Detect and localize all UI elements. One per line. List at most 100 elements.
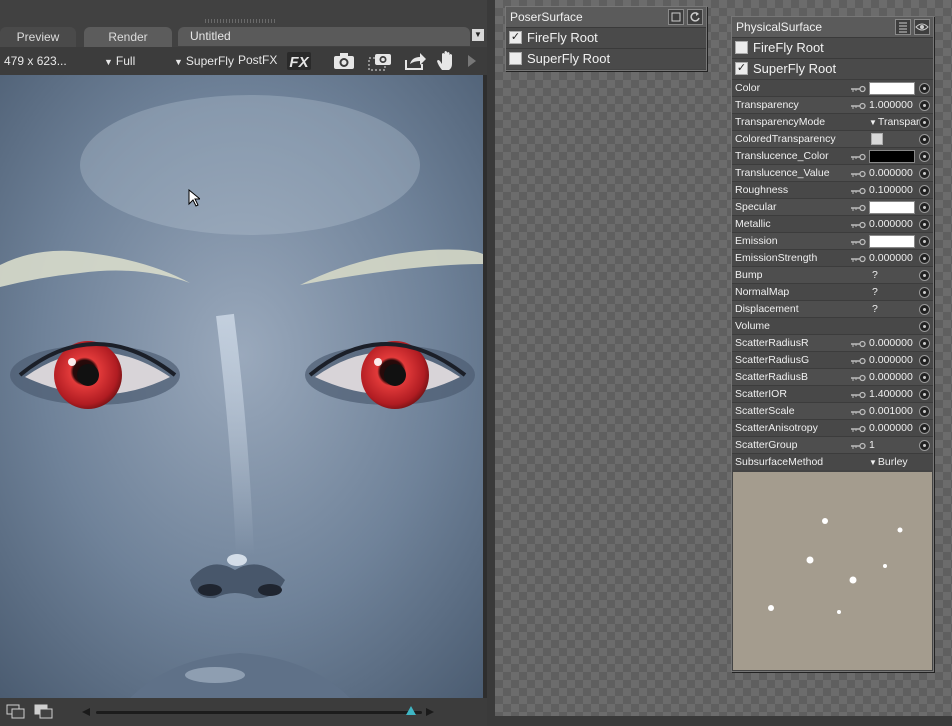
poser-root-firefly[interactable]: ✓ FireFly Root	[506, 27, 706, 48]
param-row-subsurfacemethod[interactable]: SubsurfaceMethod ▼Burley	[732, 453, 933, 470]
input-port-icon[interactable]	[919, 406, 930, 417]
pane-divider[interactable]	[487, 0, 495, 726]
param-row-color[interactable]: Color	[732, 79, 933, 96]
animation-key-icon[interactable]	[850, 202, 866, 212]
compare-slider-thumb[interactable]	[406, 706, 416, 715]
input-port-icon[interactable]	[919, 236, 930, 247]
param-value[interactable]: 1	[869, 437, 875, 453]
param-row-scatteranisotropy[interactable]: ScatterAnisotropy 0.000000	[732, 419, 933, 436]
param-value[interactable]: 0.000000	[869, 216, 913, 232]
input-port-icon[interactable]	[919, 270, 930, 281]
input-port-icon[interactable]	[919, 202, 930, 213]
input-port-icon[interactable]	[919, 423, 930, 434]
param-dropdown[interactable]: ▼Transpare	[869, 114, 925, 131]
firefly-root-checkbox[interactable]: ✓	[509, 31, 522, 44]
firefly-root-checkbox[interactable]	[735, 41, 748, 54]
param-row-scatterscale[interactable]: ScatterScale 0.001000	[732, 402, 933, 419]
param-value[interactable]: 0.100000	[869, 182, 913, 198]
param-row-volume[interactable]: Volume	[732, 317, 933, 334]
param-checkbox[interactable]	[871, 133, 883, 145]
input-port-icon[interactable]	[919, 100, 930, 111]
tab-render[interactable]: Render	[84, 27, 172, 47]
param-row-scattergroup[interactable]: ScatterGroup 1	[732, 436, 933, 453]
input-port-icon[interactable]	[919, 321, 930, 332]
param-value[interactable]: 0.000000	[869, 250, 913, 266]
param-row-bump[interactable]: Bump?	[732, 266, 933, 283]
color-swatch[interactable]	[869, 150, 915, 163]
animation-key-icon[interactable]	[850, 406, 866, 416]
input-port-icon[interactable]	[919, 168, 930, 179]
panel-menu-button[interactable]: ▼	[472, 29, 484, 41]
param-value[interactable]: 1.000000	[869, 97, 913, 113]
input-port-icon[interactable]	[919, 372, 930, 383]
param-row-scatterior[interactable]: ScatterIOR 1.400000	[732, 385, 933, 402]
param-row-normalmap[interactable]: NormalMap?	[732, 283, 933, 300]
param-row-transparencymode[interactable]: TransparencyMode ▼Transpare	[732, 113, 933, 130]
export-icon[interactable]	[402, 50, 428, 72]
param-row-scatterradiusg[interactable]: ScatterRadiusG 0.000000	[732, 351, 933, 368]
input-port-icon[interactable]	[919, 338, 930, 349]
input-port-icon[interactable]	[919, 219, 930, 230]
animation-key-icon[interactable]	[850, 100, 866, 110]
param-value[interactable]: 0.000000	[869, 165, 913, 181]
node-header[interactable]: PoserSurface	[506, 7, 706, 27]
animation-key-icon[interactable]	[850, 440, 866, 450]
param-row-roughness[interactable]: Roughness 0.100000	[732, 181, 933, 198]
swap-render-icon[interactable]	[34, 704, 54, 720]
render-viewport[interactable]	[0, 75, 483, 698]
hand-icon[interactable]	[434, 50, 460, 72]
input-port-icon[interactable]	[919, 389, 930, 400]
tab-preview[interactable]: Preview	[0, 27, 76, 47]
param-row-translucence-value[interactable]: Translucence_Value 0.000000	[732, 164, 933, 181]
input-port-icon[interactable]	[919, 304, 930, 315]
animation-key-icon[interactable]	[850, 355, 866, 365]
slider-left-arrow-icon[interactable]	[80, 707, 92, 717]
color-swatch[interactable]	[869, 235, 915, 248]
compare-slider-track[interactable]	[96, 711, 422, 714]
physical-surface-node[interactable]: PhysicalSurface FireFly Root ✓ SuperFly …	[731, 16, 934, 672]
animation-key-icon[interactable]	[850, 185, 866, 195]
param-row-transparency[interactable]: Transparency 1.000000	[732, 96, 933, 113]
node-options-button[interactable]	[895, 19, 911, 35]
param-row-emission[interactable]: Emission	[732, 232, 933, 249]
render-engine-dropdown[interactable]: ▼ SuperFly	[174, 54, 234, 68]
animation-key-icon[interactable]	[850, 219, 866, 229]
param-dropdown[interactable]: ▼Burley	[869, 454, 908, 471]
param-row-displacement[interactable]: Displacement?	[732, 300, 933, 317]
poser-root-superfly[interactable]: SuperFly Root	[506, 48, 706, 69]
resolution-label[interactable]: 479 x 623...	[4, 54, 67, 68]
color-swatch[interactable]	[869, 201, 915, 214]
animation-key-icon[interactable]	[850, 253, 866, 263]
quality-dropdown[interactable]: ▼ Full	[104, 54, 135, 68]
animation-key-icon[interactable]	[850, 338, 866, 348]
param-value[interactable]: 0.000000	[869, 420, 913, 436]
animation-key-icon[interactable]	[850, 372, 866, 382]
animation-key-icon[interactable]	[850, 389, 866, 399]
document-title-field[interactable]: Untitled	[178, 27, 470, 46]
animation-key-icon[interactable]	[850, 168, 866, 178]
input-port-icon[interactable]	[919, 287, 930, 298]
slider-right-arrow-icon[interactable]	[424, 707, 436, 717]
param-row-emissionstrength[interactable]: EmissionStrength 0.000000	[732, 249, 933, 266]
param-value[interactable]: 0.001000	[869, 403, 913, 419]
poser-surface-node[interactable]: PoserSurface ✓ FireFly Root SuperFly Roo…	[505, 6, 707, 71]
input-port-icon[interactable]	[919, 134, 930, 145]
node-preview-toggle-button[interactable]	[914, 19, 930, 35]
panel-drag-grip[interactable]	[205, 19, 275, 23]
param-value[interactable]: 0.000000	[869, 369, 913, 385]
animation-key-icon[interactable]	[850, 423, 866, 433]
input-port-icon[interactable]	[919, 253, 930, 264]
input-port-icon[interactable]	[919, 185, 930, 196]
param-row-specular[interactable]: Specular	[732, 198, 933, 215]
input-port-icon[interactable]	[919, 151, 930, 162]
fx-icon[interactable]: FX	[286, 50, 312, 72]
input-port-icon[interactable]	[919, 355, 930, 366]
animation-key-icon[interactable]	[850, 83, 866, 93]
input-port-icon[interactable]	[919, 117, 930, 128]
physical-root-superfly[interactable]: ✓ SuperFly Root	[732, 58, 933, 79]
input-port-icon[interactable]	[919, 440, 930, 451]
node-refresh-button[interactable]	[687, 9, 703, 25]
camera-icon[interactable]	[331, 50, 357, 72]
param-value[interactable]: 0.000000	[869, 352, 913, 368]
compare-render-icon[interactable]	[6, 704, 26, 720]
